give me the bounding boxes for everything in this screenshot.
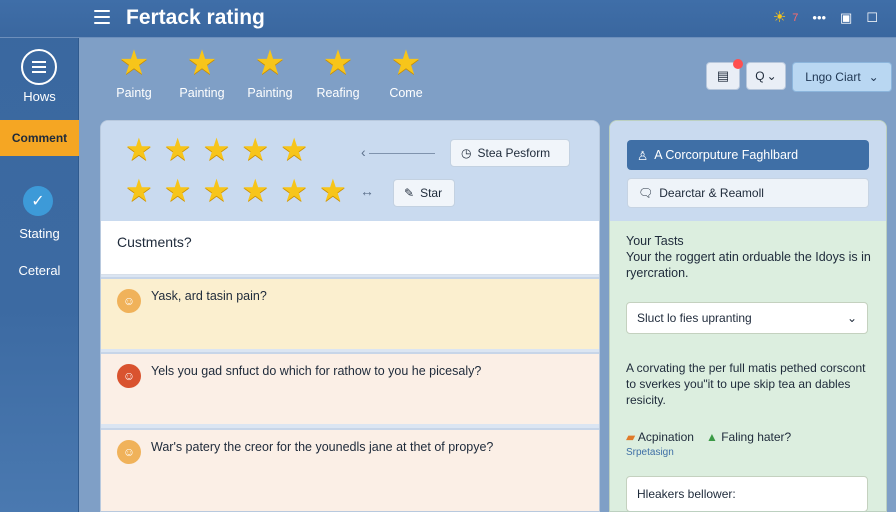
avatar: ☺	[117, 440, 141, 464]
comment-text: Yels you gad snfuct do which for rathow …	[151, 364, 482, 378]
star-icon[interactable]: ★	[203, 133, 231, 167]
star-icon[interactable]: ★	[319, 174, 347, 208]
comments-header: Custments?	[101, 221, 599, 275]
secondary-action-button[interactable]: 🗨 Dearctar & Reamoll	[627, 178, 869, 208]
star-icon[interactable]: ★	[241, 174, 269, 208]
notification-button[interactable]: ▤	[706, 59, 743, 90]
comment-text: Yask, ard tasin pain?	[151, 289, 267, 303]
clock-icon: ◷	[461, 146, 472, 160]
star-rating-row[interactable]: ★ ★ ★ ★ ★ ★	[125, 174, 347, 208]
chip-label: Stea Pesform	[477, 146, 551, 160]
double-arrow-icon: ↔	[360, 183, 374, 199]
toolbar-item-reafing[interactable]: ★ Reafing	[304, 44, 372, 106]
sidebar-item-ceteral[interactable]: Ceteral	[0, 263, 79, 278]
arrow-line	[369, 153, 435, 154]
user-icon: ♙	[637, 148, 649, 163]
star-icon: ★	[322, 44, 354, 82]
badge-icon: ▰	[626, 430, 636, 444]
primary-action-button[interactable]: ♙ A Corcorputure Faghlbard	[627, 140, 869, 170]
task-description: Your the roggert atin orduable the Idoys…	[626, 250, 871, 280]
sidebar-item-stating[interactable]: Stating	[0, 226, 79, 241]
login-button[interactable]: Lngo Ciart ⌄	[792, 62, 892, 92]
chevron-down-icon: ⌄	[766, 69, 777, 83]
star-rating-row[interactable]: ★ ★ ★ ★ ★	[125, 133, 308, 167]
info-paragraph: A corvating the per full matis pethed co…	[626, 361, 866, 407]
avatar: ☺	[117, 364, 141, 388]
check-icon[interactable]: ✓	[23, 186, 53, 216]
bottom-card[interactable]: Hleakers bellower:	[626, 476, 868, 511]
toolbar-item-paintg[interactable]: ★ Paintg	[100, 44, 168, 106]
star-icon[interactable]: ★	[164, 133, 192, 167]
star-icon[interactable]: ★	[164, 174, 192, 208]
chevron-down-icon: ⌄	[846, 311, 857, 325]
star-icon: ★	[118, 44, 150, 82]
notification-count: 7	[792, 12, 799, 24]
toolbar-item-painting-2[interactable]: ★ Painting	[236, 44, 304, 106]
right-panel: ♙ A Corcorputure Faghlbard 🗨 Dearctar & …	[609, 120, 887, 512]
action-label: Acpination	[637, 430, 694, 444]
toolbar-item-label: Painting	[179, 86, 225, 100]
sidebar-item-comment[interactable]: Comment	[0, 120, 79, 156]
clipboard-icon: ▤	[716, 68, 730, 83]
arrow-left-icon: ‹	[361, 144, 366, 160]
pencil-icon: ✎	[404, 186, 415, 200]
action-label: Faling hater?	[721, 430, 792, 444]
avatar: ☺	[117, 289, 141, 313]
sub-link[interactable]: Srpetasign	[626, 447, 674, 458]
comment-card[interactable]: ☺ Yask, ard tasin pain?	[101, 277, 599, 349]
star-icon[interactable]: ★	[280, 133, 308, 167]
chip-label: Star	[420, 186, 443, 200]
close-icon[interactable]: ☐	[866, 10, 878, 26]
step-perform-chip[interactable]: ◷ Stea Pesform	[450, 139, 570, 167]
toolbar-item-come[interactable]: ★ Come	[372, 44, 440, 106]
upranting-select[interactable]: Sluct lo fies upranting ⌄	[626, 302, 868, 334]
rating-strip: ★ ★ ★ ★ ★ ‹ ◷ Stea Pesform ★ ★ ★ ★ ★ ★ ↔ ✎ Star	[101, 121, 599, 221]
task-section: Your Tasts Your the roggert atin orduabl…	[626, 233, 876, 281]
star-toolbar: ★ Paintg ★ Painting ★ Painting ★ Reafing…	[100, 44, 440, 106]
secondary-button-label: Dearctar & Reamoll	[659, 186, 764, 200]
search-button[interactable]: Q ⌄	[746, 62, 786, 90]
more-icon[interactable]: •••	[812, 10, 826, 26]
toolbar-item-label: Painting	[247, 86, 293, 100]
star-icon[interactable]: ★	[203, 174, 231, 208]
acpination-action[interactable]: ▰ Acpination	[626, 430, 694, 444]
star-icon[interactable]: ★	[125, 174, 153, 208]
toolbar-item-painting[interactable]: ★ Painting	[168, 44, 236, 106]
top-bar: Fertack rating ☀ 7 ••• ▣ ☐	[0, 0, 896, 38]
faling-action[interactable]: ▲ Faling hater?	[706, 430, 791, 444]
list-icon[interactable]	[21, 49, 57, 85]
primary-button-label: A Corcorputure Faghlbard	[654, 148, 799, 162]
star-icon: ★	[390, 44, 422, 82]
app-title: Fertack rating	[126, 6, 265, 29]
toolbar-item-label: Paintg	[116, 86, 152, 100]
star-icon: ★	[254, 44, 286, 82]
task-heading: Your Tasts	[626, 234, 684, 248]
toolbar-item-label: Reafing	[316, 86, 360, 100]
comment-text: War's patery the creor for the younedls …	[151, 440, 494, 454]
window-icon[interactable]: ▣	[840, 10, 852, 26]
notification-dot	[733, 59, 743, 69]
star-icon[interactable]: ★	[125, 133, 153, 167]
action-row: ▰ Acpination ▲ Faling hater?	[626, 430, 791, 444]
toolbar-item-label: Come	[389, 86, 423, 100]
left-sidebar: Hows Comment ✓ Stating Ceteral	[0, 0, 79, 512]
comment-card[interactable]: ☺ Yels you gad snfuct do which for ratho…	[101, 352, 599, 424]
hamburger-menu-icon[interactable]	[94, 10, 110, 24]
search-icon: Q	[755, 69, 765, 83]
star-icon[interactable]: ★	[280, 174, 308, 208]
comment-card[interactable]: ☺ War's patery the creor for the younedl…	[101, 428, 599, 511]
star-chip[interactable]: ✎ Star	[393, 179, 455, 207]
chat-icon: 🗨	[638, 186, 654, 200]
comments-panel: ★ ★ ★ ★ ★ ‹ ◷ Stea Pesform ★ ★ ★ ★ ★ ★ ↔ ✎ Star C…	[100, 120, 600, 512]
warning-icon: ▲	[705, 430, 718, 444]
chevron-down-icon: ⌄	[868, 70, 879, 84]
star-icon[interactable]: ★	[241, 133, 269, 167]
login-label: Lngo Ciart	[805, 70, 861, 84]
sidebar-item-hows[interactable]: Hows	[0, 89, 79, 104]
select-value: Sluct lo fies upranting	[637, 311, 752, 325]
sun-icon[interactable]: ☀	[773, 10, 786, 26]
star-icon: ★	[186, 44, 218, 82]
